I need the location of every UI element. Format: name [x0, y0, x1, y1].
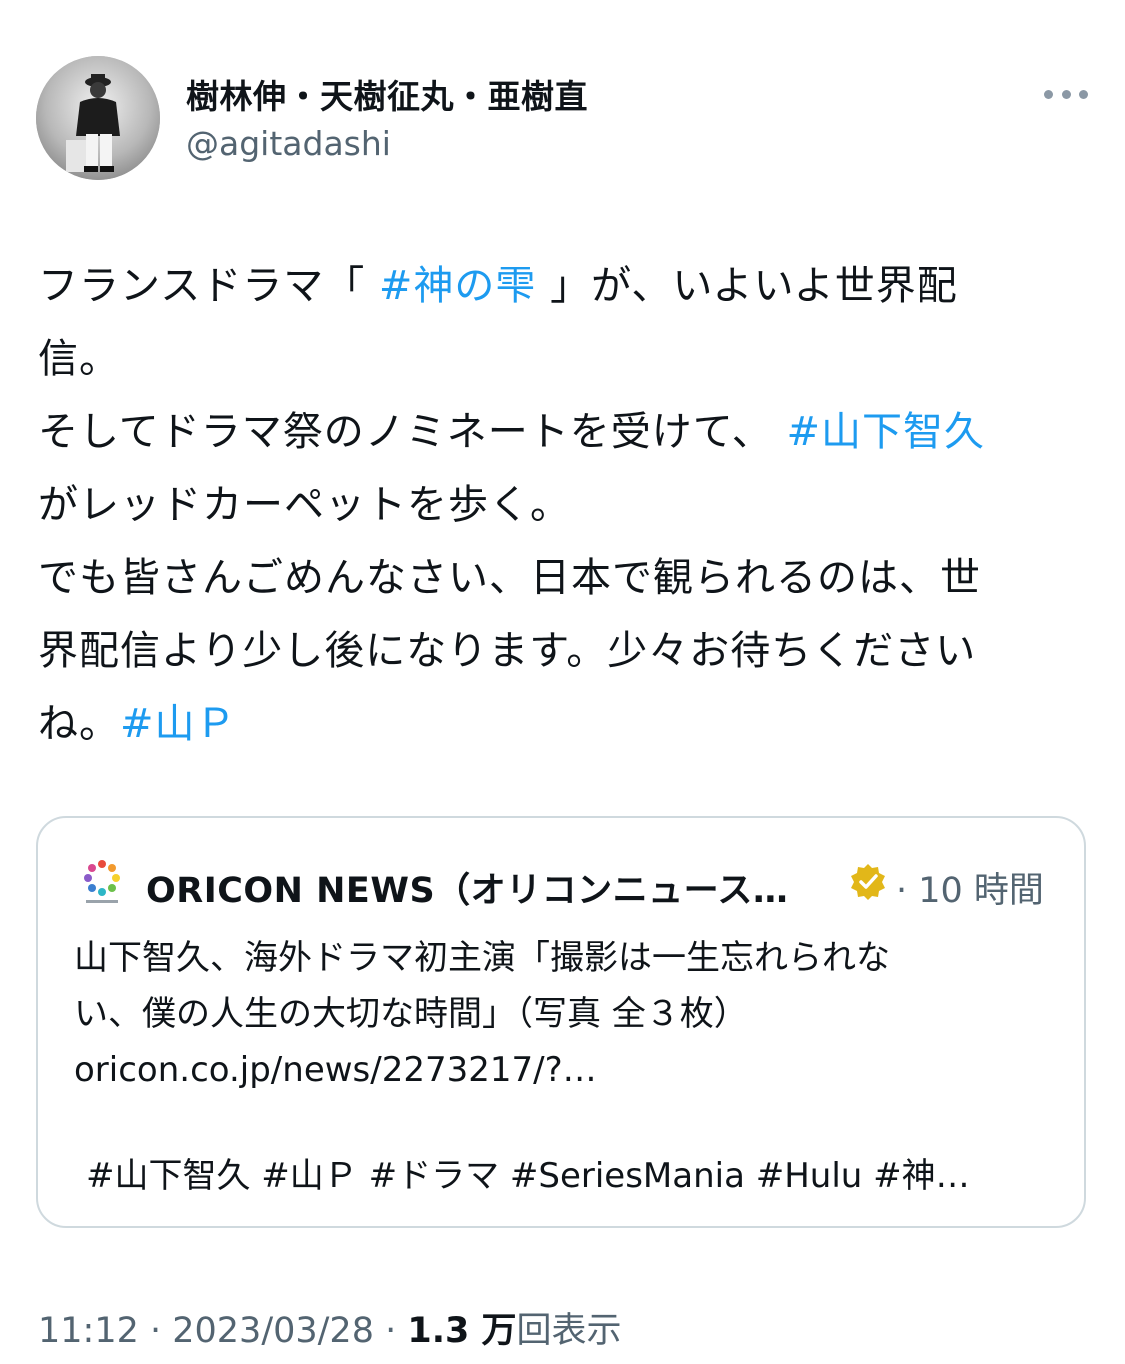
tweet-text-line: 信。 [38, 323, 1088, 396]
quoted-source-name: ORICON NEWS（オリコンニュース… [146, 871, 789, 911]
tweet-text: フランスドラマ「 #神の雫 」が、いよいよ世界配信。そしてドラマ祭のノミネートを… [38, 250, 1088, 761]
quoted-link[interactable]: oricon.co.jp/news/2273217/?… [74, 1042, 1064, 1098]
view-label: 回表示 [516, 1311, 622, 1351]
oricon-logo [76, 858, 128, 906]
tweet-header: 樹林伸・天樹征丸・亜樹直 @agitadashi [36, 56, 1096, 182]
tweet-text-line: でも皆さんごめんなさい、日本で観られるのは、世 [38, 542, 1088, 615]
quoted-tweet-card[interactable]: ORICON NEWS（オリコンニュース… · 10 時間 山下智久、海外ドラマ… [36, 816, 1086, 1228]
quoted-text-line: 山下智久、海外ドラマ初主演「撮影は一生忘れられな [74, 938, 890, 978]
tweet-text-line: そしてドラマ祭のノミネートを受けて、 #山下智久 [38, 396, 1088, 469]
tweet-text-segment: 信。 [38, 336, 120, 382]
tweet-meta: 11:12 · 2023/03/28 · 1.3 万回表示 [38, 1302, 622, 1353]
tweet-text-segment: 界配信より少し後になります。少々お待ちください [38, 628, 977, 674]
more-horizontal-icon[interactable] [1044, 84, 1088, 104]
avatar[interactable] [36, 56, 160, 180]
tweet-text-segment: がレッドカーペットを歩く。 [38, 482, 571, 528]
tweet-text-line: ね。#山Ｐ [38, 688, 1088, 761]
tweet-text-line: フランスドラマ「 #神の雫 」が、いよいよ世界配 [38, 250, 1088, 323]
tweet-text-line: がレッドカーペットを歩く。 [38, 469, 1088, 542]
avatar-photo [36, 56, 160, 180]
author-handle[interactable]: @agitadashi [186, 124, 391, 163]
view-count: 1.3 万 [407, 1311, 517, 1351]
hashtag-link[interactable]: #山Ｐ [120, 701, 237, 747]
hashtag-link[interactable]: #山下智久 [787, 409, 986, 455]
author-name[interactable]: 樹林伸・天樹征丸・亜樹直 [186, 70, 588, 118]
quoted-text-line: い、僕の人生の大切な時間」（写真 全３枚） [74, 994, 748, 1034]
hashtag-link[interactable]: #神の雫 [379, 263, 537, 309]
tweet-text-segment: ね。 [38, 701, 120, 747]
quoted-time: · 10 時間 [896, 871, 1044, 911]
tweet-text-segment: そしてドラマ祭のノミネートを受けて、 [38, 409, 787, 455]
tweet-text-line: 界配信より少し後になります。少々お待ちください [38, 615, 1088, 688]
gold-verified-badge-icon [848, 862, 888, 902]
quoted-hashtags: #山下智久 #山Ｐ #ドラマ #SeriesMania #Hulu #神… [86, 1156, 970, 1196]
tweet-text-segment: 」が、いよいよ世界配 [536, 263, 958, 309]
more-dot [1044, 89, 1053, 99]
tweet-text-segment: でも皆さんごめんなさい、日本で観られるのは、世 [38, 555, 981, 601]
more-dot [1079, 89, 1088, 99]
tweet-text-segment: フランスドラマ「 [38, 263, 379, 309]
tweet-timestamp[interactable]: 11:12 · 2023/03/28 · [38, 1311, 407, 1351]
quoted-text: 山下智久、海外ドラマ初主演「撮影は一生忘れられな い、僕の人生の大切な時間」（写… [74, 930, 1064, 1098]
more-dot [1061, 89, 1071, 99]
